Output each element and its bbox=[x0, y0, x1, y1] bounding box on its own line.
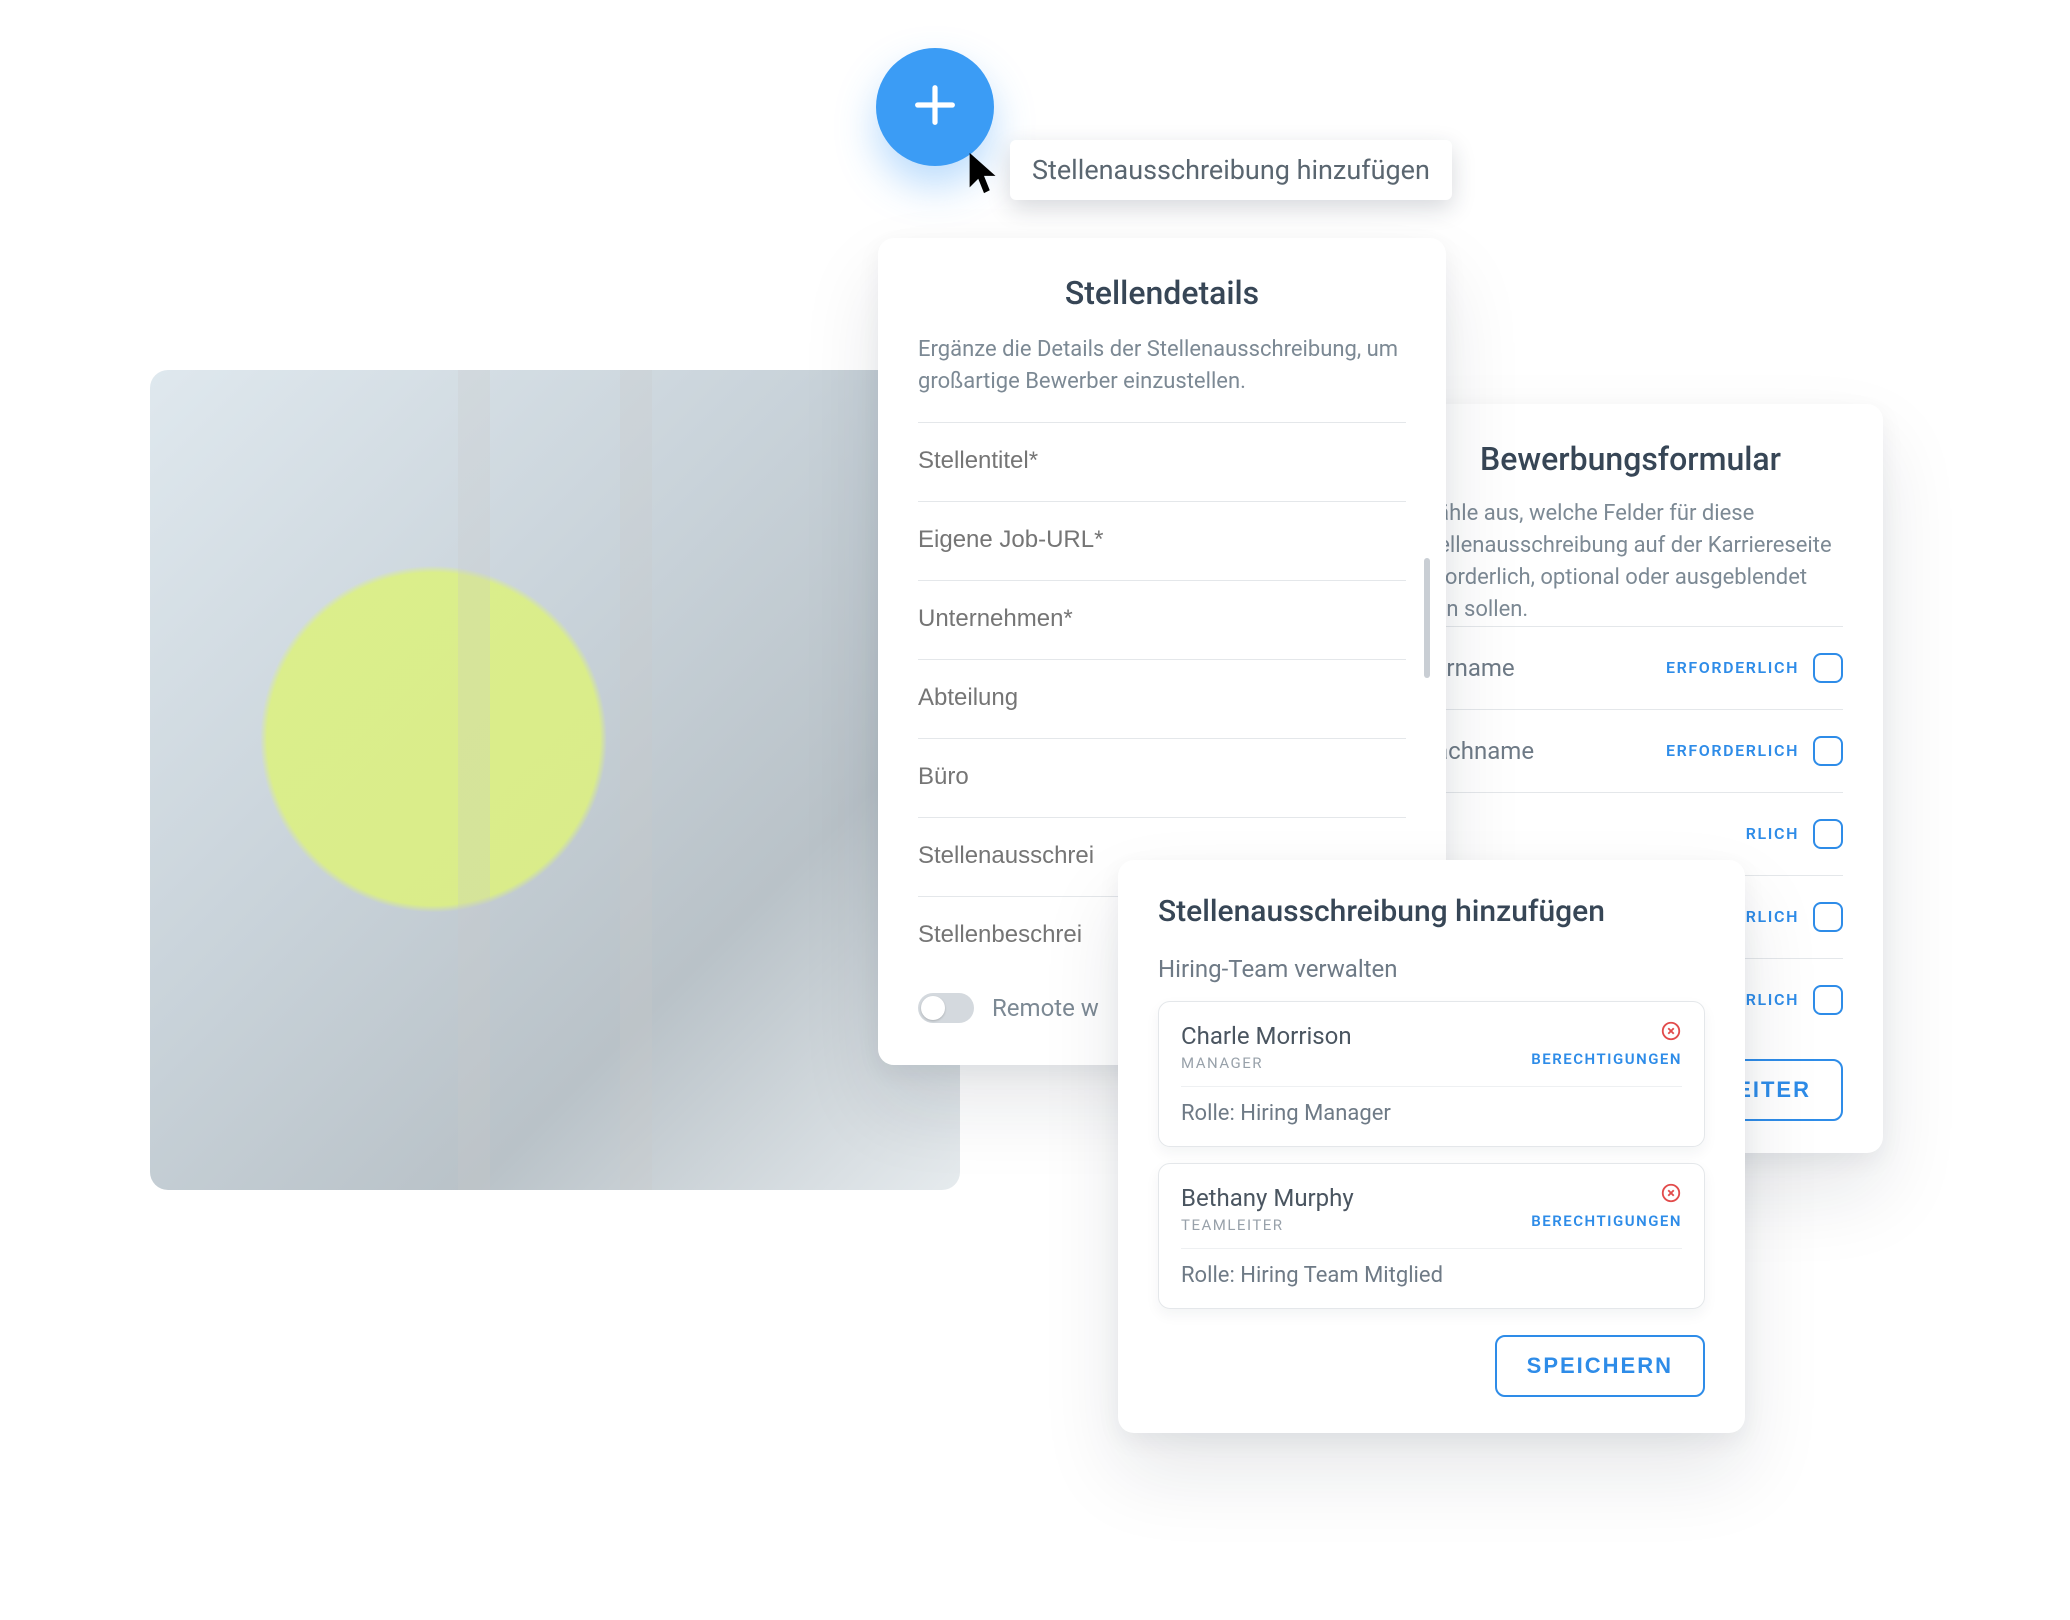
field-label: Vorname bbox=[1418, 654, 1652, 682]
field-label: Nachname bbox=[1418, 737, 1652, 765]
save-button[interactable]: SPEICHERN bbox=[1495, 1335, 1705, 1397]
required-badge-fragment[interactable]: RLICH bbox=[1746, 824, 1799, 843]
job-details-desc: Ergänze die Details der Stellenausschrei… bbox=[918, 334, 1406, 398]
checkbox[interactable] bbox=[1813, 653, 1843, 683]
plus-icon bbox=[909, 79, 961, 135]
member-role: Rolle: Hiring Team Mitglied bbox=[1181, 1248, 1682, 1288]
remove-member-icon[interactable] bbox=[1660, 1020, 1682, 1042]
remote-toggle[interactable] bbox=[918, 993, 974, 1023]
member-name: Charle Morrison bbox=[1181, 1022, 1682, 1050]
checkbox[interactable] bbox=[1813, 902, 1843, 932]
company-input[interactable] bbox=[918, 580, 1406, 659]
required-badge-fragment[interactable]: RLICH bbox=[1746, 907, 1799, 926]
job-details-title: Stellendetails bbox=[918, 274, 1406, 312]
field-label bbox=[1418, 820, 1732, 848]
required-badge-fragment[interactable]: RLICH bbox=[1746, 990, 1799, 1009]
add-job-tooltip: Stellenausschreibung hinzufügen bbox=[1010, 140, 1452, 200]
add-job-fab[interactable] bbox=[876, 48, 994, 166]
checkbox[interactable] bbox=[1813, 985, 1843, 1015]
required-badge[interactable]: ERFORDERLICH bbox=[1666, 741, 1799, 760]
scrollbar-thumb[interactable] bbox=[1424, 558, 1430, 678]
team-member: Bethany Murphy TEAMLEITER BERECHTIGUNGEN… bbox=[1158, 1163, 1705, 1309]
member-name: Bethany Murphy bbox=[1181, 1184, 1682, 1212]
permissions-link[interactable]: BERECHTIGUNGEN bbox=[1531, 1050, 1682, 1068]
department-input[interactable] bbox=[918, 659, 1406, 738]
permissions-link[interactable]: BERECHTIGUNGEN bbox=[1531, 1212, 1682, 1230]
hiring-team-title: Stellenausschreibung hinzufügen bbox=[1158, 894, 1705, 929]
field-row-vorname: Vorname ERFORDERLICH bbox=[1418, 626, 1843, 709]
hiring-team-subtitle: Hiring-Team verwalten bbox=[1158, 955, 1705, 983]
job-title-input[interactable] bbox=[918, 422, 1406, 501]
member-role: Rolle: Hiring Manager bbox=[1181, 1086, 1682, 1126]
remove-member-icon[interactable] bbox=[1660, 1182, 1682, 1204]
hiring-team-card: Stellenausschreibung hinzufügen Hiring-T… bbox=[1118, 860, 1745, 1433]
application-form-title: Bewerbungsformular bbox=[1418, 440, 1843, 478]
job-url-input[interactable] bbox=[918, 501, 1406, 580]
office-input[interactable] bbox=[918, 738, 1406, 817]
checkbox[interactable] bbox=[1813, 736, 1843, 766]
checkbox[interactable] bbox=[1813, 819, 1843, 849]
cursor-icon bbox=[966, 150, 1002, 196]
hero-photo bbox=[150, 370, 960, 1190]
team-member: Charle Morrison MANAGER BERECHTIGUNGEN R… bbox=[1158, 1001, 1705, 1147]
remote-label: Remote w bbox=[992, 994, 1099, 1022]
required-badge[interactable]: ERFORDERLICH bbox=[1666, 658, 1799, 677]
application-form-desc: Wähle aus, welche Felder für diese Stell… bbox=[1418, 498, 1843, 626]
field-row-nachname: Nachname ERFORDERLICH bbox=[1418, 709, 1843, 792]
